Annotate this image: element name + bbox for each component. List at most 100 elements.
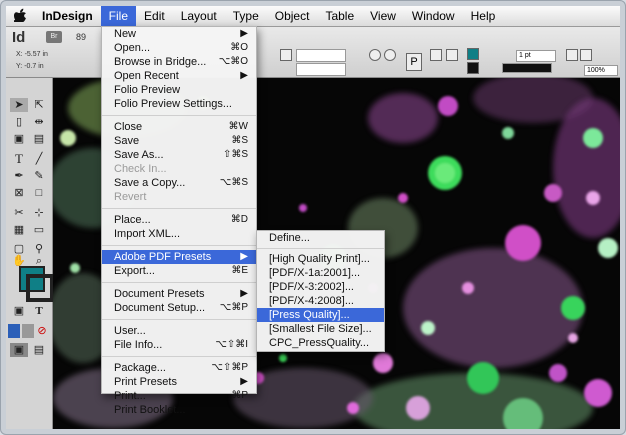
menu-file[interactable]: File xyxy=(100,6,137,26)
menu-item-high-quality-print[interactable]: [High Quality Print]... xyxy=(257,252,384,266)
menu-view[interactable]: View xyxy=(362,6,404,26)
pdf-presets-submenu: Define... [High Quality Print]... [PDF/X-1… xyxy=(256,230,385,352)
free-transform-tool-icon[interactable]: ⊹ xyxy=(30,206,48,220)
x-label: X: xyxy=(16,51,23,58)
proxy-p-icon[interactable]: P xyxy=(406,53,422,71)
stroke-color-swatch[interactable] xyxy=(467,62,479,74)
menu-item-press-quality[interactable]: [Press Quality]... xyxy=(257,308,384,322)
rotate-ccw-icon[interactable] xyxy=(384,49,396,61)
apply-color-icon[interactable] xyxy=(8,324,20,338)
page-tool-icon[interactable]: ▯ xyxy=(10,115,28,129)
stroke-weight-field[interactable]: 1 pt xyxy=(516,50,556,62)
menu-item-smallest-file-size[interactable]: [Smallest File Size]... xyxy=(257,322,384,336)
menu-item-print-booklet[interactable]: Print Booklet... xyxy=(102,403,256,417)
type-tool-icon[interactable]: T xyxy=(10,152,28,166)
y-label: Y: xyxy=(16,63,23,70)
rectangle-tool-icon[interactable]: □ xyxy=(30,186,48,200)
menu-item-package[interactable]: Package... ⌥⇧⌘P xyxy=(102,361,256,375)
apple-icon[interactable] xyxy=(6,8,34,25)
keyboard-shortcut: ⇧⌘S xyxy=(222,149,248,160)
menu-item-print-presets[interactable]: Print Presets ▶ xyxy=(102,375,256,389)
menu-item-label: Close xyxy=(114,121,143,133)
menu-item-save[interactable]: Save ⌘S xyxy=(102,134,256,148)
menu-item-save-a-copy[interactable]: Save a Copy... ⌥⌘S xyxy=(102,176,256,190)
menu-type[interactable]: Type xyxy=(225,6,267,26)
direct-selection-tool-icon[interactable]: ⇱ xyxy=(30,98,48,112)
pen-tool-icon[interactable]: ✒ xyxy=(10,169,28,183)
rotate-icon[interactable] xyxy=(280,49,292,61)
stroke-swatch[interactable] xyxy=(26,274,54,302)
apply-none-icon[interactable]: ⊘ xyxy=(36,324,48,338)
menu-separator xyxy=(102,319,256,320)
menu-item-user[interactable]: User... xyxy=(102,324,256,338)
menu-item-label: Place... xyxy=(114,214,151,226)
object-style-icon[interactable] xyxy=(580,49,592,61)
line-tool-icon[interactable]: ╱ xyxy=(30,152,48,166)
menu-indesign[interactable]: InDesign xyxy=(34,6,101,26)
menu-edit[interactable]: Edit xyxy=(136,6,173,26)
fill-color-swatch[interactable] xyxy=(467,48,479,60)
menu-item-open-recent[interactable]: Open Recent ▶ xyxy=(102,69,256,83)
menu-item-print[interactable]: Print... ⌘P xyxy=(102,389,256,403)
menu-item-new[interactable]: New ▶ xyxy=(102,27,256,41)
menu-item-pdf-x-4-2008[interactable]: [PDF/X-4:2008]... xyxy=(257,294,384,308)
menu-item-folio-preview-settings[interactable]: Folio Preview Settings... xyxy=(102,97,256,111)
menu-item-open[interactable]: Open... ⌘O xyxy=(102,41,256,55)
gradient-swatch-tool-icon[interactable]: ▦ xyxy=(10,223,28,237)
rotate-cw-icon[interactable] xyxy=(369,49,381,61)
menu-item-define[interactable]: Define... xyxy=(257,231,384,245)
bridge-button[interactable]: Br xyxy=(46,31,62,43)
menu-table[interactable]: Table xyxy=(317,6,362,26)
flip-horizontal-icon[interactable] xyxy=(430,49,442,61)
menu-item-cpc-pressquality[interactable]: CPC_PressQuality... xyxy=(257,336,384,350)
preview-mode-icon[interactable]: ▤ xyxy=(30,343,48,357)
menu-help[interactable]: Help xyxy=(463,6,504,26)
menu-item-document-setup[interactable]: Document Setup... ⌥⌘P xyxy=(102,301,256,315)
y-position-field[interactable]: Y: -0.7 in xyxy=(16,63,44,70)
selection-tool-icon[interactable]: ➤ xyxy=(10,98,28,112)
content-collector-icon[interactable]: ▣ xyxy=(10,132,28,146)
formatting-text-icon[interactable]: T xyxy=(30,304,48,318)
keyboard-shortcut: ⌘P xyxy=(231,390,248,401)
menu-layout[interactable]: Layout xyxy=(173,6,225,26)
pencil-tool-icon[interactable]: ✎ xyxy=(30,169,48,183)
flip-vertical-icon[interactable] xyxy=(446,49,458,61)
menu-item-label: Document Setup... xyxy=(114,302,206,314)
menu-item-check-in: Check In... xyxy=(102,162,256,176)
shear-field[interactable] xyxy=(296,63,346,76)
x-position-field[interactable]: X: -5.57 in xyxy=(16,51,48,58)
menu-item-place[interactable]: Place... ⌘D xyxy=(102,213,256,227)
content-placer-icon[interactable]: ▤ xyxy=(30,132,48,146)
gradient-feather-tool-icon[interactable]: ▭ xyxy=(30,223,48,237)
menu-item-browse-in-bridge[interactable]: Browse in Bridge... ⌥⌘O xyxy=(102,55,256,69)
menu-item-adobe-pdf-presets[interactable]: Adobe PDF Presets ▶ xyxy=(102,250,256,264)
opacity-field[interactable]: 100% xyxy=(584,65,618,76)
menu-item-folio-preview[interactable]: Folio Preview xyxy=(102,83,256,97)
rectangle-frame-tool-icon[interactable]: ⊠ xyxy=(10,186,28,200)
menu-item-label: [PDF/X-1a:2001]... xyxy=(269,267,361,279)
frame-fit-icon[interactable] xyxy=(566,49,578,61)
menu-object[interactable]: Object xyxy=(267,6,318,26)
menu-item-file-info[interactable]: File Info... ⌥⇧⌘I xyxy=(102,338,256,352)
menu-item-import-xml[interactable]: Import XML... xyxy=(102,227,256,241)
stroke-type-field[interactable] xyxy=(502,63,552,73)
menu-item-save-as[interactable]: Save As... ⇧⌘S xyxy=(102,148,256,162)
menu-item-revert: Revert xyxy=(102,190,256,204)
menu-item-pdf-x-3-2002[interactable]: [PDF/X-3:2002]... xyxy=(257,280,384,294)
normal-view-icon[interactable]: ▣ xyxy=(10,343,28,357)
menu-item-pdf-x-1a-2001[interactable]: [PDF/X-1a:2001]... xyxy=(257,266,384,280)
zoom-level[interactable]: 89 xyxy=(76,32,86,42)
menu-item-document-presets[interactable]: Document Presets ▶ xyxy=(102,287,256,301)
rotation-field[interactable] xyxy=(296,49,346,62)
scissors-tool-icon[interactable]: ✂ xyxy=(10,206,28,220)
apply-gradient-icon[interactable] xyxy=(22,324,34,338)
gap-tool-icon[interactable]: ⇹ xyxy=(30,115,48,129)
submenu-arrow-icon: ▶ xyxy=(240,376,248,387)
formatting-container-icon[interactable]: ▣ xyxy=(10,304,28,318)
file-menu: New ▶ Open... ⌘O Browse in Bridge... ⌥⌘O Open … xyxy=(101,26,257,416)
menu-item-close[interactable]: Close ⌘W xyxy=(102,120,256,134)
keyboard-shortcut: ⌥⌘O xyxy=(218,56,248,67)
menu-window[interactable]: Window xyxy=(404,6,463,26)
keyboard-shortcut: ⌘S xyxy=(231,135,248,146)
menu-item-export[interactable]: Export... ⌘E xyxy=(102,264,256,278)
